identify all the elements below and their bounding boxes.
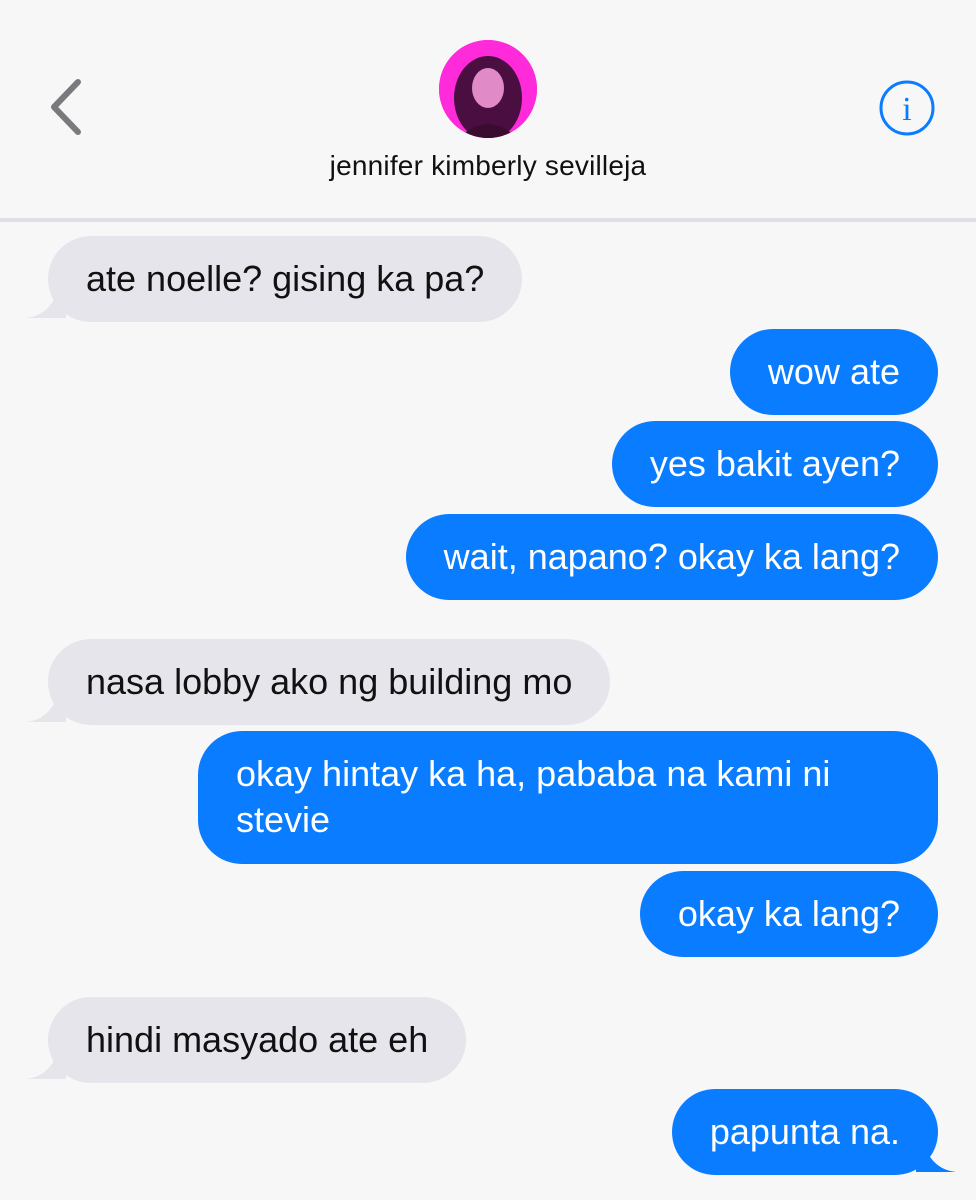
header-divider bbox=[0, 218, 976, 222]
message-bubble-outgoing[interactable]: wow ate bbox=[729, 329, 938, 415]
message-bubble-incoming[interactable]: nasa lobby ako ng building mo bbox=[48, 639, 611, 725]
message-text: hindi masyado ate eh bbox=[86, 1019, 429, 1060]
contact-avatar[interactable] bbox=[439, 40, 537, 138]
message-text: nasa lobby ako ng building mo bbox=[86, 661, 573, 702]
message-bubble-outgoing[interactable]: papunta na. bbox=[671, 1089, 938, 1175]
back-button[interactable] bbox=[40, 72, 96, 142]
info-button[interactable]: i bbox=[878, 79, 936, 137]
message-bubble-outgoing[interactable]: yes bakit ayen? bbox=[611, 421, 938, 507]
avatar-photo bbox=[439, 40, 537, 138]
contact-name[interactable]: jennifer kimberly sevilleja bbox=[0, 150, 976, 182]
message-text: yes bakit ayen? bbox=[649, 443, 900, 484]
message-bubble-outgoing[interactable]: okay hintay ka ha, pababa na kami ni ste… bbox=[198, 731, 938, 864]
message-text: wow ate bbox=[767, 351, 900, 392]
message-bubble-outgoing[interactable]: wait, napano? okay ka lang? bbox=[405, 514, 938, 600]
svg-text:i: i bbox=[902, 91, 911, 128]
message-text: ate noelle? gising ka pa? bbox=[86, 258, 485, 299]
conversation-header: jennifer kimberly sevilleja i bbox=[0, 0, 976, 218]
chevron-left-icon bbox=[51, 79, 81, 135]
message-text: okay hintay ka ha, pababa na kami ni ste… bbox=[236, 753, 831, 840]
message-bubble-incoming[interactable]: hindi masyado ate eh bbox=[48, 997, 467, 1083]
message-text: papunta na. bbox=[709, 1111, 900, 1152]
message-bubble-incoming[interactable]: ate noelle? gising ka pa? bbox=[48, 236, 523, 322]
message-bubble-outgoing[interactable]: okay ka lang? bbox=[639, 871, 938, 957]
message-text: okay ka lang? bbox=[677, 893, 900, 934]
message-text: wait, napano? okay ka lang? bbox=[443, 536, 900, 577]
bubble-tail-outgoing bbox=[916, 1136, 956, 1172]
info-icon: i bbox=[879, 80, 935, 136]
